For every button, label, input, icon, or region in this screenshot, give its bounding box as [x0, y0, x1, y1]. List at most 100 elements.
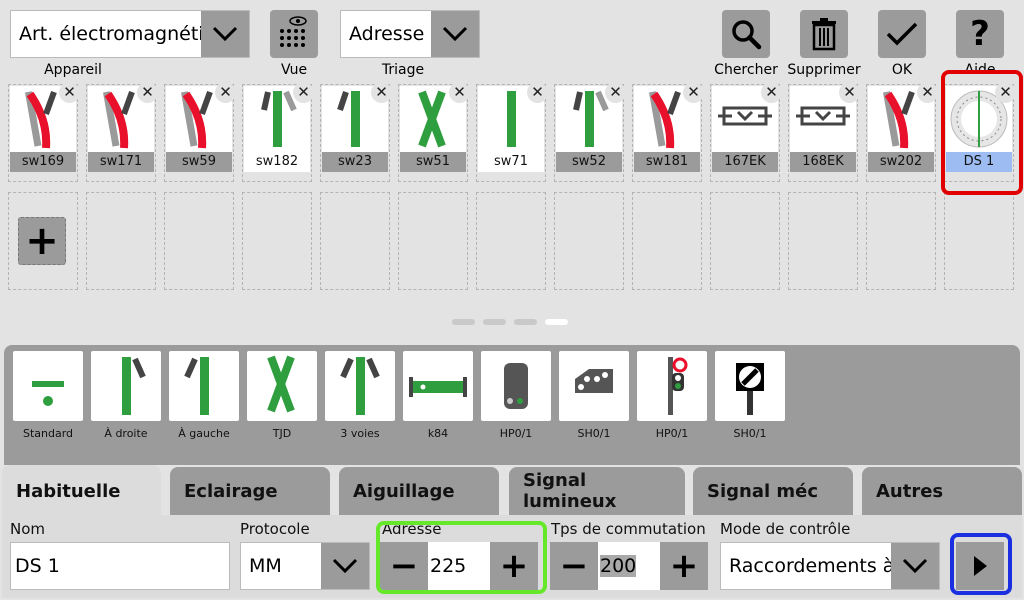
tab-eclairage[interactable]: Eclairage [170, 467, 330, 515]
chevron-down-icon[interactable] [321, 543, 369, 589]
name-input[interactable]: DS 1 [10, 542, 230, 590]
search-icon [732, 20, 762, 50]
add-article-slot: + [8, 192, 78, 290]
close-icon[interactable]: ✕ [839, 82, 860, 103]
ok-button[interactable] [878, 10, 926, 58]
empty-slot[interactable] [866, 192, 936, 290]
tab-signal-mec[interactable]: Signal méc [693, 467, 853, 515]
view-label: Vue [280, 62, 308, 78]
delete-label: Supprimer [787, 62, 861, 78]
device-type-select[interactable]: Art. électromagnétique [10, 10, 250, 58]
close-icon[interactable]: ✕ [527, 82, 548, 103]
switch-time-decrement-button[interactable]: − [550, 542, 598, 590]
article-tile-sw202[interactable]: sw202 ✕ [866, 82, 938, 182]
close-icon[interactable]: ✕ [761, 82, 782, 103]
article-tile-sw52[interactable]: sw52 ✕ [554, 82, 626, 182]
page-indicator[interactable] [452, 319, 568, 325]
empty-slot[interactable] [242, 192, 312, 290]
trash-icon [812, 18, 836, 51]
close-icon[interactable]: ✕ [371, 82, 392, 103]
empty-slot[interactable] [944, 192, 1014, 290]
control-mode-label: Mode de contrôle [720, 520, 851, 538]
switch-left-icon [169, 351, 239, 421]
article-tile-sw59[interactable]: sw59 ✕ [164, 82, 236, 182]
type-double-slip[interactable]: TJD [247, 351, 317, 440]
protocol-select[interactable]: MM [240, 542, 370, 590]
protocol-label: Protocole [240, 520, 310, 538]
empty-slot[interactable] [554, 192, 624, 290]
type-standard[interactable]: Standard [13, 351, 83, 440]
type-label: 3 voies [340, 427, 380, 440]
close-icon[interactable]: ✕ [59, 82, 80, 103]
chevron-down-icon[interactable] [431, 11, 479, 57]
empty-slot[interactable] [788, 192, 858, 290]
type-main-signal[interactable]: HP0/1 [481, 351, 551, 440]
switch-time-input[interactable]: 200 [598, 542, 660, 590]
close-icon[interactable]: ✕ [683, 82, 704, 103]
help-button[interactable]: ? [956, 10, 1004, 58]
article-tile-sw71[interactable]: sw71 ✕ [476, 82, 548, 182]
keypad-eye-icon [280, 16, 307, 47]
empty-slot[interactable] [320, 192, 390, 290]
light-signal-icon [637, 351, 707, 421]
close-icon[interactable]: ✕ [605, 82, 626, 103]
type-decoder[interactable]: k84 [403, 351, 473, 440]
delete-button[interactable] [800, 10, 848, 58]
article-tile-sw169[interactable]: sw169 ✕ [8, 82, 80, 182]
empty-slot[interactable] [398, 192, 468, 290]
control-mode-value: Raccordements à [729, 555, 891, 577]
search-button[interactable] [722, 10, 770, 58]
type-shunt-board[interactable]: SH0/1 [715, 351, 785, 440]
type-switch-right[interactable]: À droite [91, 351, 161, 440]
three-way-icon [325, 351, 395, 421]
next-button-highlight [950, 533, 1012, 595]
add-article-button[interactable]: + [18, 217, 66, 265]
view-button[interactable] [270, 10, 318, 58]
empty-slot[interactable] [86, 192, 156, 290]
switch-time-increment-button[interactable]: + [660, 542, 708, 590]
type-switch-left[interactable]: À gauche [169, 351, 239, 440]
type-three-way[interactable]: 3 voies [325, 351, 395, 440]
switch-time-label: Tps de commutation [551, 520, 706, 538]
article-tile-168ek[interactable]: 168EK ✕ [788, 82, 860, 182]
shunt-signal-icon [559, 351, 629, 421]
article-tile-sw182[interactable]: sw182 ✕ [242, 82, 314, 182]
page-dot[interactable] [483, 319, 506, 325]
type-shunt-signal[interactable]: SH0/1 [559, 351, 629, 440]
page-dot-active[interactable] [545, 319, 568, 325]
empty-slot[interactable] [476, 192, 546, 290]
close-icon[interactable]: ✕ [449, 82, 470, 103]
empty-slot[interactable] [632, 192, 702, 290]
article-name: sw51 [400, 152, 466, 172]
close-icon[interactable]: ✕ [917, 82, 938, 103]
article-tile-167ek[interactable]: 167EK ✕ [710, 82, 782, 182]
close-icon[interactable]: ✕ [293, 82, 314, 103]
protocol-value: MM [249, 555, 282, 577]
type-palette: Standard À droite À gauche TJD 3 voies k… [4, 345, 1020, 465]
chevron-down-icon[interactable] [891, 543, 939, 589]
article-name: sw171 [88, 152, 154, 172]
tab-signal-lumineux[interactable]: Signal lumineux [509, 467, 685, 515]
chevron-down-icon[interactable] [201, 11, 249, 57]
article-tile-sw181[interactable]: sw181 ✕ [632, 82, 704, 182]
article-tile-sw51[interactable]: sw51 ✕ [398, 82, 470, 182]
article-tile-sw23[interactable]: sw23 ✕ [320, 82, 392, 182]
article-tile-sw171[interactable]: sw171 ✕ [86, 82, 158, 182]
selected-article-highlight [941, 70, 1023, 195]
close-icon[interactable]: ✕ [215, 82, 236, 103]
type-light-signal[interactable]: HP0/1 [637, 351, 707, 440]
sort-label: Triage [381, 62, 425, 78]
close-icon[interactable]: ✕ [137, 82, 158, 103]
article-name: sw23 [322, 152, 388, 172]
sort-select[interactable]: Adresse [340, 10, 480, 58]
page-dot[interactable] [514, 319, 537, 325]
tab-aiguillage[interactable]: Aiguillage [339, 467, 499, 515]
switch-time-stepper: − 200 + [550, 542, 708, 590]
empty-slot[interactable] [710, 192, 780, 290]
tab-autres[interactable]: Autres [862, 467, 1022, 515]
type-label: SH0/1 [577, 427, 611, 440]
tab-habituelle[interactable]: Habituelle [2, 465, 161, 517]
empty-slot[interactable] [164, 192, 234, 290]
control-mode-select[interactable]: Raccordements à [720, 542, 940, 590]
page-dot[interactable] [452, 319, 475, 325]
